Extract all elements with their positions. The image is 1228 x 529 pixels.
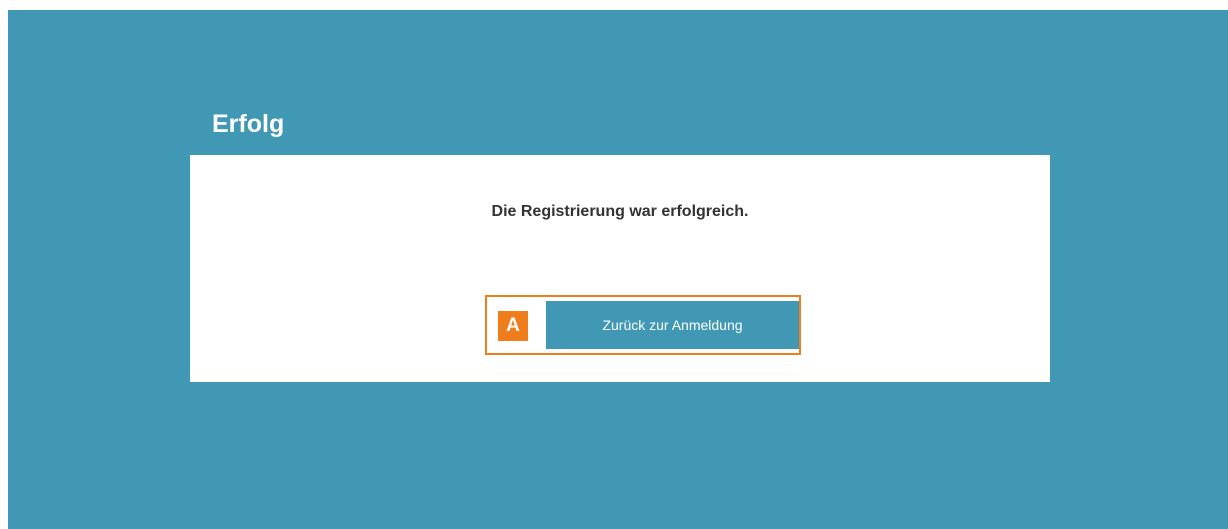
page-background: Erfolg Die Registrierung war erfolgreich… xyxy=(8,10,1228,529)
back-to-login-button-frame[interactable]: A Zurück zur Anmeldung xyxy=(485,295,801,355)
access-key-badge: A xyxy=(498,311,528,341)
success-message: Die Registrierung war erfolgreich. xyxy=(491,203,749,220)
back-to-login-button[interactable]: Zurück zur Anmeldung xyxy=(546,301,799,349)
page-title: Erfolg xyxy=(212,110,285,138)
success-panel: Die Registrierung war erfolgreich. A Zur… xyxy=(190,155,1050,382)
